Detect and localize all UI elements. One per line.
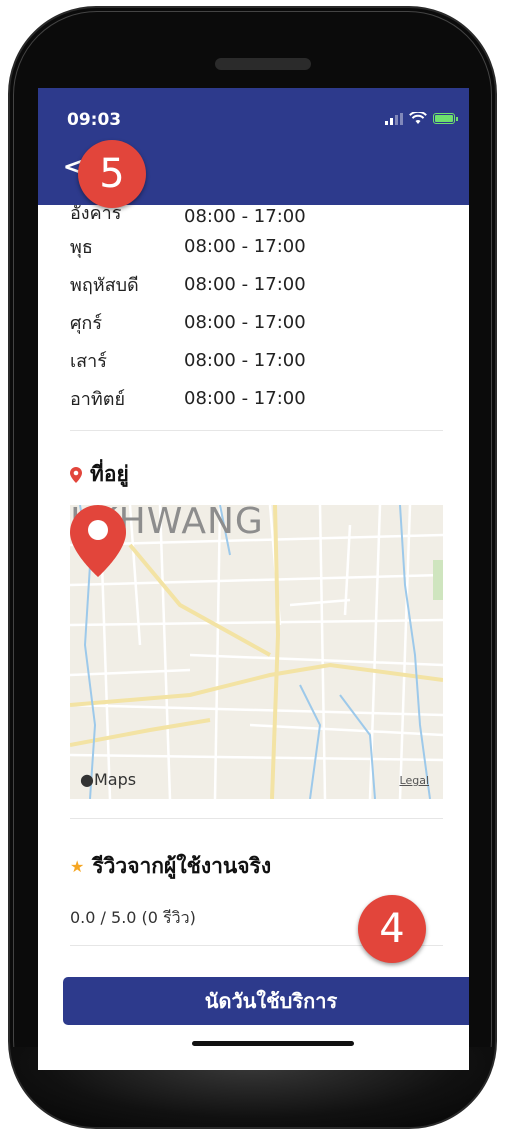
- hours-time: 08:00 - 17:00: [184, 311, 306, 333]
- hours-day: อังคาร: [70, 205, 122, 224]
- hours-day: พฤหัสบดี: [70, 274, 139, 296]
- hours-row: อาทิตย์ 08:00 - 17:00: [70, 379, 450, 417]
- hours-row: พุธ 08:00 - 17:00: [70, 227, 450, 265]
- review-summary: 0.0 / 5.0 (0 รีวิว): [70, 908, 196, 927]
- address-section-title: ที่อยู่: [70, 458, 129, 491]
- hours-row: พฤหัสบดี 08:00 - 17:00: [70, 265, 450, 303]
- hours-day: เสาร์: [70, 350, 107, 372]
- map-legal-link[interactable]: Legal: [400, 774, 429, 787]
- star-icon: ★: [70, 857, 85, 876]
- location-map[interactable]: I KHWANG ●Maps Legal: [70, 505, 443, 799]
- opening-hours-list: อังคาร 08:00 - 17:00 พุธ 08:00 - 17:00 พ…: [70, 205, 450, 417]
- hours-row: อังคาร 08:00 - 17:00: [70, 205, 450, 227]
- hours-time: 08:00 - 17:00: [184, 235, 306, 257]
- annotation-badge: 4: [358, 895, 426, 963]
- book-appointment-button[interactable]: นัดวันใช้บริการ: [63, 977, 469, 1025]
- maps-logo-text: Maps: [93, 770, 137, 789]
- section-divider: [70, 430, 443, 431]
- apple-logo-icon: ●: [80, 770, 94, 789]
- hours-time: 08:00 - 17:00: [184, 387, 306, 409]
- battery-icon: [433, 113, 458, 124]
- hours-time: 08:00 - 17:00: [184, 273, 306, 295]
- section-divider: [70, 818, 443, 819]
- hours-day: พุธ: [70, 236, 93, 258]
- hours-day: อาทิตย์: [70, 388, 126, 410]
- home-indicator[interactable]: [192, 1041, 354, 1046]
- hours-row: เสาร์ 08:00 - 17:00: [70, 341, 450, 379]
- wifi-icon: [409, 112, 427, 124]
- map-marker-icon: [70, 505, 126, 577]
- maps-logo: ●Maps: [80, 770, 136, 789]
- hours-day: ศุกร์: [70, 312, 102, 334]
- status-icons: [385, 112, 458, 125]
- status-time: 09:03: [67, 110, 122, 130]
- hours-time: 08:00 - 17:00: [184, 206, 306, 227]
- speaker-grille: [215, 58, 311, 70]
- signal-icon: [385, 112, 403, 125]
- reviews-title: รีวิวจากผู้ใช้งานจริง: [92, 854, 272, 878]
- hours-row: ศุกร์ 08:00 - 17:00: [70, 303, 450, 341]
- location-pin-icon: [70, 466, 82, 483]
- reviews-section-title: ★ รีวิวจากผู้ใช้งานจริง: [70, 850, 271, 883]
- hours-time: 08:00 - 17:00: [184, 349, 306, 371]
- address-title: ที่อยู่: [90, 462, 129, 486]
- annotation-badge: 5: [78, 140, 146, 208]
